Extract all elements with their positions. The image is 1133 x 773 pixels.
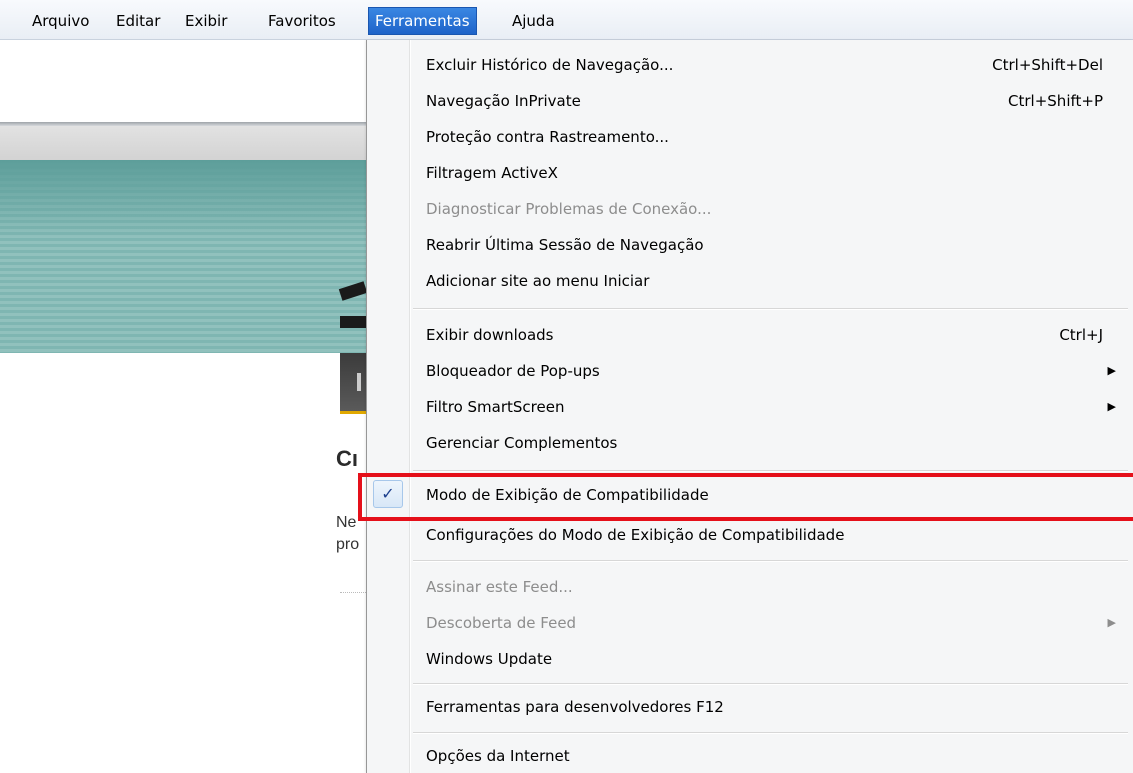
menu-item-label: Modo de Exibição de Compatibilidade [426, 486, 709, 504]
menu-item-delete-history[interactable]: Excluir Histórico de Navegação... Ctrl+S… [367, 48, 1132, 82]
menu-item-label: Reabrir Última Sessão de Navegação [426, 236, 704, 254]
menu-item-developer-tools[interactable]: Ferramentas para desenvolvedores F12 [367, 690, 1132, 724]
menu-item-label: Adicionar site ao menu Iniciar [426, 272, 650, 290]
menu-ajuda[interactable]: Ajuda [506, 7, 561, 35]
menu-item-label: Proteção contra Rastreamento... [426, 128, 669, 146]
page-banner-shade [0, 160, 372, 240]
menu-favoritos[interactable]: Favoritos [262, 7, 342, 35]
menu-bar: Arquivo Editar Exibir Favoritos Ferramen… [0, 0, 1133, 40]
menu-item-view-downloads[interactable]: Exibir downloads Ctrl+J [367, 318, 1132, 352]
menu-item-manage-addons[interactable]: Gerenciar Complementos [367, 426, 1132, 460]
menu-separator [413, 683, 1128, 685]
submenu-arrow-icon: ▶ [1107, 364, 1116, 377]
menu-item-compatibility-view[interactable]: ✓ Modo de Exibição de Compatibilidade [367, 478, 1132, 512]
menu-item-label: Diagnosticar Problemas de Conexão... [426, 200, 712, 218]
menu-item-label: Configurações do Modo de Exibição de Com… [426, 526, 845, 544]
address-area [0, 40, 372, 122]
menu-item-diagnose-connection: Diagnosticar Problemas de Conexão... [367, 192, 1132, 226]
menu-item-compatibility-settings[interactable]: Configurações do Modo de Exibição de Com… [367, 518, 1132, 552]
menu-item-label: Filtragem ActiveX [426, 164, 558, 182]
menu-item-label: Assinar este Feed... [426, 578, 573, 596]
menu-item-label: Descoberta de Feed [426, 614, 577, 632]
menu-item-label: Windows Update [426, 650, 553, 668]
menu-item-shortcut: Ctrl+Shift+P [1008, 92, 1103, 110]
menu-item-windows-update[interactable]: Windows Update [367, 642, 1132, 676]
menu-separator [413, 470, 1128, 472]
banner-logo-mark [340, 316, 366, 328]
menu-item-label: Exibir downloads [426, 326, 554, 344]
menu-item-activex-filtering[interactable]: Filtragem ActiveX [367, 156, 1132, 190]
menu-separator [413, 732, 1128, 734]
checkmark-icon: ✓ [373, 480, 403, 508]
menu-arquivo[interactable]: Arquivo [26, 7, 95, 35]
page-nav-tab-glyph [357, 373, 361, 391]
menu-item-feed-discovery: Descoberta de Feed ▶ [367, 606, 1132, 640]
menu-ferramentas[interactable]: Ferramentas [368, 7, 477, 35]
menu-item-popup-blocker[interactable]: Bloqueador de Pop-ups ▶ [367, 354, 1132, 388]
menu-separator [413, 560, 1128, 562]
menu-item-shortcut: Ctrl+J [1059, 326, 1103, 344]
menu-item-inprivate[interactable]: Navegação InPrivate Ctrl+Shift+P [367, 84, 1132, 118]
menu-item-label: Ferramentas para desenvolvedores F12 [426, 698, 724, 716]
menu-item-smartscreen[interactable]: Filtro SmartScreen ▶ [367, 390, 1132, 424]
menu-item-internet-options[interactable]: Opções da Internet [367, 739, 1132, 773]
menu-item-label: Opções da Internet [426, 747, 570, 765]
browser-window: Cı Ne pro Arquivo Editar Exibir Favorito… [0, 0, 1133, 773]
menu-item-shortcut: Ctrl+Shift+Del [992, 56, 1103, 74]
menu-exibir[interactable]: Exibir [179, 7, 233, 35]
menu-item-label: Filtro SmartScreen [426, 398, 565, 416]
menu-separator [413, 308, 1128, 310]
menu-item-label: Excluir Histórico de Navegação... [426, 56, 674, 74]
submenu-arrow-icon: ▶ [1107, 616, 1116, 629]
menu-item-label: Navegação InPrivate [426, 92, 581, 110]
submenu-arrow-icon: ▶ [1107, 400, 1116, 413]
tools-dropdown-menu: Excluir Histórico de Navegação... Ctrl+S… [366, 40, 1133, 773]
menu-item-reopen-session[interactable]: Reabrir Última Sessão de Navegação [367, 228, 1132, 262]
menu-item-label: Gerenciar Complementos [426, 434, 618, 452]
menu-item-tracking-protection[interactable]: Proteção contra Rastreamento... [367, 120, 1132, 154]
menu-item-add-to-start[interactable]: Adicionar site ao menu Iniciar [367, 264, 1132, 298]
menu-item-label: Bloqueador de Pop-ups [426, 362, 600, 380]
menu-editar[interactable]: Editar [110, 7, 166, 35]
page-nav-band [0, 126, 372, 160]
menu-item-subscribe-feed: Assinar este Feed... [367, 570, 1132, 604]
